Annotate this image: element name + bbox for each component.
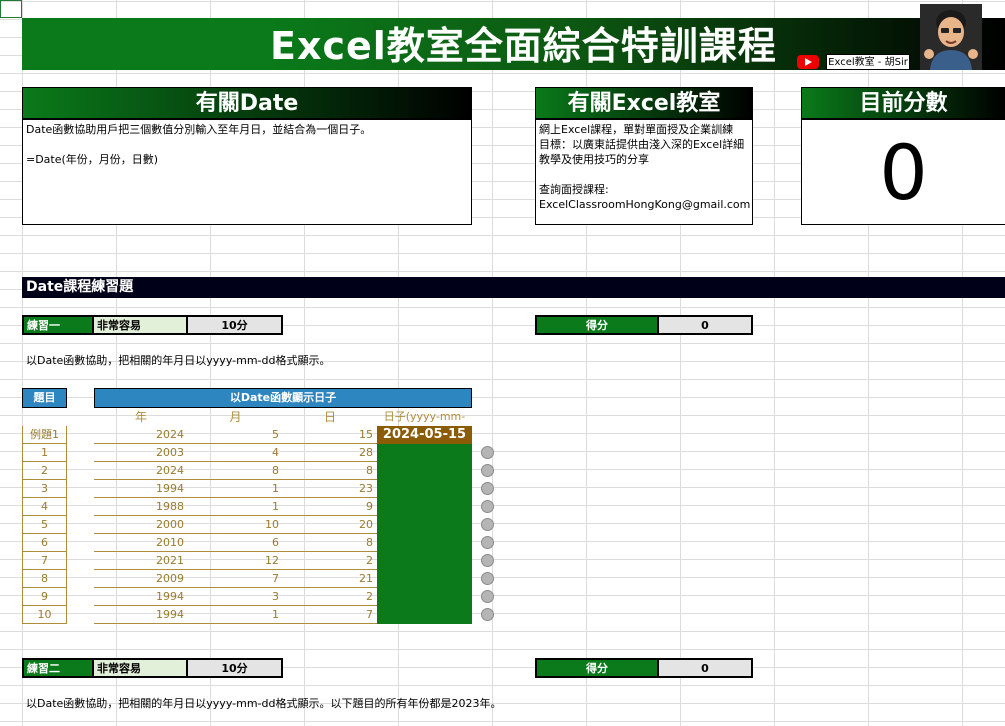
answer-input-cell[interactable]: [377, 498, 472, 516]
row-idx: 5: [22, 516, 67, 534]
status-dot-icon: [481, 482, 494, 495]
status-dot-icon: [481, 518, 494, 531]
answer-input-cell[interactable]: [377, 516, 472, 534]
row-idx: 6: [22, 534, 67, 552]
col-year-header: 年: [134, 410, 147, 424]
status-dot-icon: [481, 536, 494, 549]
answer-input-cell[interactable]: [377, 462, 472, 480]
row-year: 2010: [94, 534, 188, 552]
row-idx: 4: [22, 498, 67, 516]
date-box-text: Date函數協助用戶把三個數值分別輸入至年月日，並結合為一個日子。 =Date(…: [22, 119, 472, 225]
row-year: 2000: [94, 516, 188, 534]
status-dot-icon: [481, 554, 494, 567]
channel-badge[interactable]: Excel教室 - 胡Sir: [826, 54, 910, 70]
answer-input-cell[interactable]: [377, 480, 472, 498]
row-month: 4: [188, 444, 283, 462]
status-dot-icon: [481, 446, 494, 459]
row-day: 2: [283, 552, 377, 570]
exercise2-instruction: 以Date函數協助，把相關的年月日以yyyy-mm-dd格式顯示。以下題目的所有…: [26, 697, 502, 710]
row-year: 2003: [94, 444, 188, 462]
row-idx: 10: [22, 606, 67, 624]
excel-box-text: 網上Excel課程，單對單面授及企業訓練 目標：以廣東話提供由淺入深的Excel…: [535, 119, 753, 225]
status-dot-icon: [481, 500, 494, 513]
row-idx: 9: [22, 588, 67, 606]
current-score: 0: [801, 119, 1005, 225]
row-month: 1: [188, 606, 283, 624]
row-day: 23: [283, 480, 377, 498]
row-year: 1994: [94, 606, 188, 624]
row-month: 3: [188, 588, 283, 606]
row-idx: 8: [22, 570, 67, 588]
col-result-header: 日子(yyyy-mm-dd): [383, 410, 466, 441]
status-dot-icon: [481, 590, 494, 603]
example-day: 15: [283, 426, 377, 444]
exercise1-points: 10分: [188, 315, 283, 335]
row-month: 7: [188, 570, 283, 588]
section-title: Date課程練習題: [22, 277, 1005, 298]
exercise1-difficulty: 非常容易: [94, 315, 188, 335]
exercise1-score-label: 得分: [535, 315, 659, 335]
status-dot-icon: [481, 572, 494, 585]
exercise2-score: 0: [659, 658, 753, 678]
example-idx: 例題1: [22, 426, 67, 444]
row-year: 2024: [94, 462, 188, 480]
row-year: 1994: [94, 480, 188, 498]
row-day: 20: [283, 516, 377, 534]
avatar-icon: [920, 4, 982, 70]
row-year: 1994: [94, 588, 188, 606]
row-day: 21: [283, 570, 377, 588]
row-year: 2009: [94, 570, 188, 588]
exercise2-label: 練習二: [22, 658, 94, 678]
answer-input-cell[interactable]: [377, 588, 472, 606]
row-month: 1: [188, 480, 283, 498]
row-day: 8: [283, 462, 377, 480]
banner-title: Excel教室全面綜合特訓課程: [270, 24, 777, 68]
excel-box-header: 有關Excel教室: [535, 87, 753, 119]
answer-input-cell[interactable]: [377, 444, 472, 462]
answer-input-cell[interactable]: [377, 606, 472, 624]
answer-input-cell[interactable]: [377, 534, 472, 552]
exercise1-label: 練習一: [22, 315, 94, 335]
row-month: 10: [188, 516, 283, 534]
row-day: 7: [283, 606, 377, 624]
score-box-header: 目前分數: [801, 87, 1005, 119]
row-month: 8: [188, 462, 283, 480]
exercise2-points: 10分: [188, 658, 283, 678]
row-month: 1: [188, 498, 283, 516]
row-month: 12: [188, 552, 283, 570]
col-month-header: 月: [229, 410, 242, 424]
row-day: 28: [283, 444, 377, 462]
row-idx: 2: [22, 462, 67, 480]
row-year: 2021: [94, 552, 188, 570]
exercise2-score-label: 得分: [535, 658, 659, 678]
row-idx: 7: [22, 552, 67, 570]
youtube-icon[interactable]: [797, 55, 819, 69]
row-day: 9: [283, 498, 377, 516]
status-dot-icon: [481, 464, 494, 477]
date-box-header: 有關Date: [22, 87, 472, 119]
exercise1-score: 0: [659, 315, 753, 335]
answer-input-cell[interactable]: [377, 552, 472, 570]
row-month: 6: [188, 534, 283, 552]
example-month: 5: [188, 426, 283, 444]
row-idx: 3: [22, 480, 67, 498]
exercise1-instruction: 以Date函數協助，把相關的年月日以yyyy-mm-dd格式顯示。: [26, 354, 331, 367]
row-day: 2: [283, 588, 377, 606]
example-year: 2024: [94, 426, 188, 444]
example-result: 2024-05-15: [377, 426, 472, 444]
answer-input-cell[interactable]: [377, 570, 472, 588]
row-idx: 1: [22, 444, 67, 462]
selected-cell[interactable]: [0, 0, 22, 18]
exercise2-difficulty: 非常容易: [94, 658, 188, 678]
table-group-header: 以Date函數顯示日子: [94, 388, 472, 408]
row-day: 8: [283, 534, 377, 552]
row-year: 1988: [94, 498, 188, 516]
status-dot-icon: [481, 608, 494, 621]
col-day-header: 日: [323, 410, 336, 424]
question-header: 題目: [22, 388, 67, 408]
